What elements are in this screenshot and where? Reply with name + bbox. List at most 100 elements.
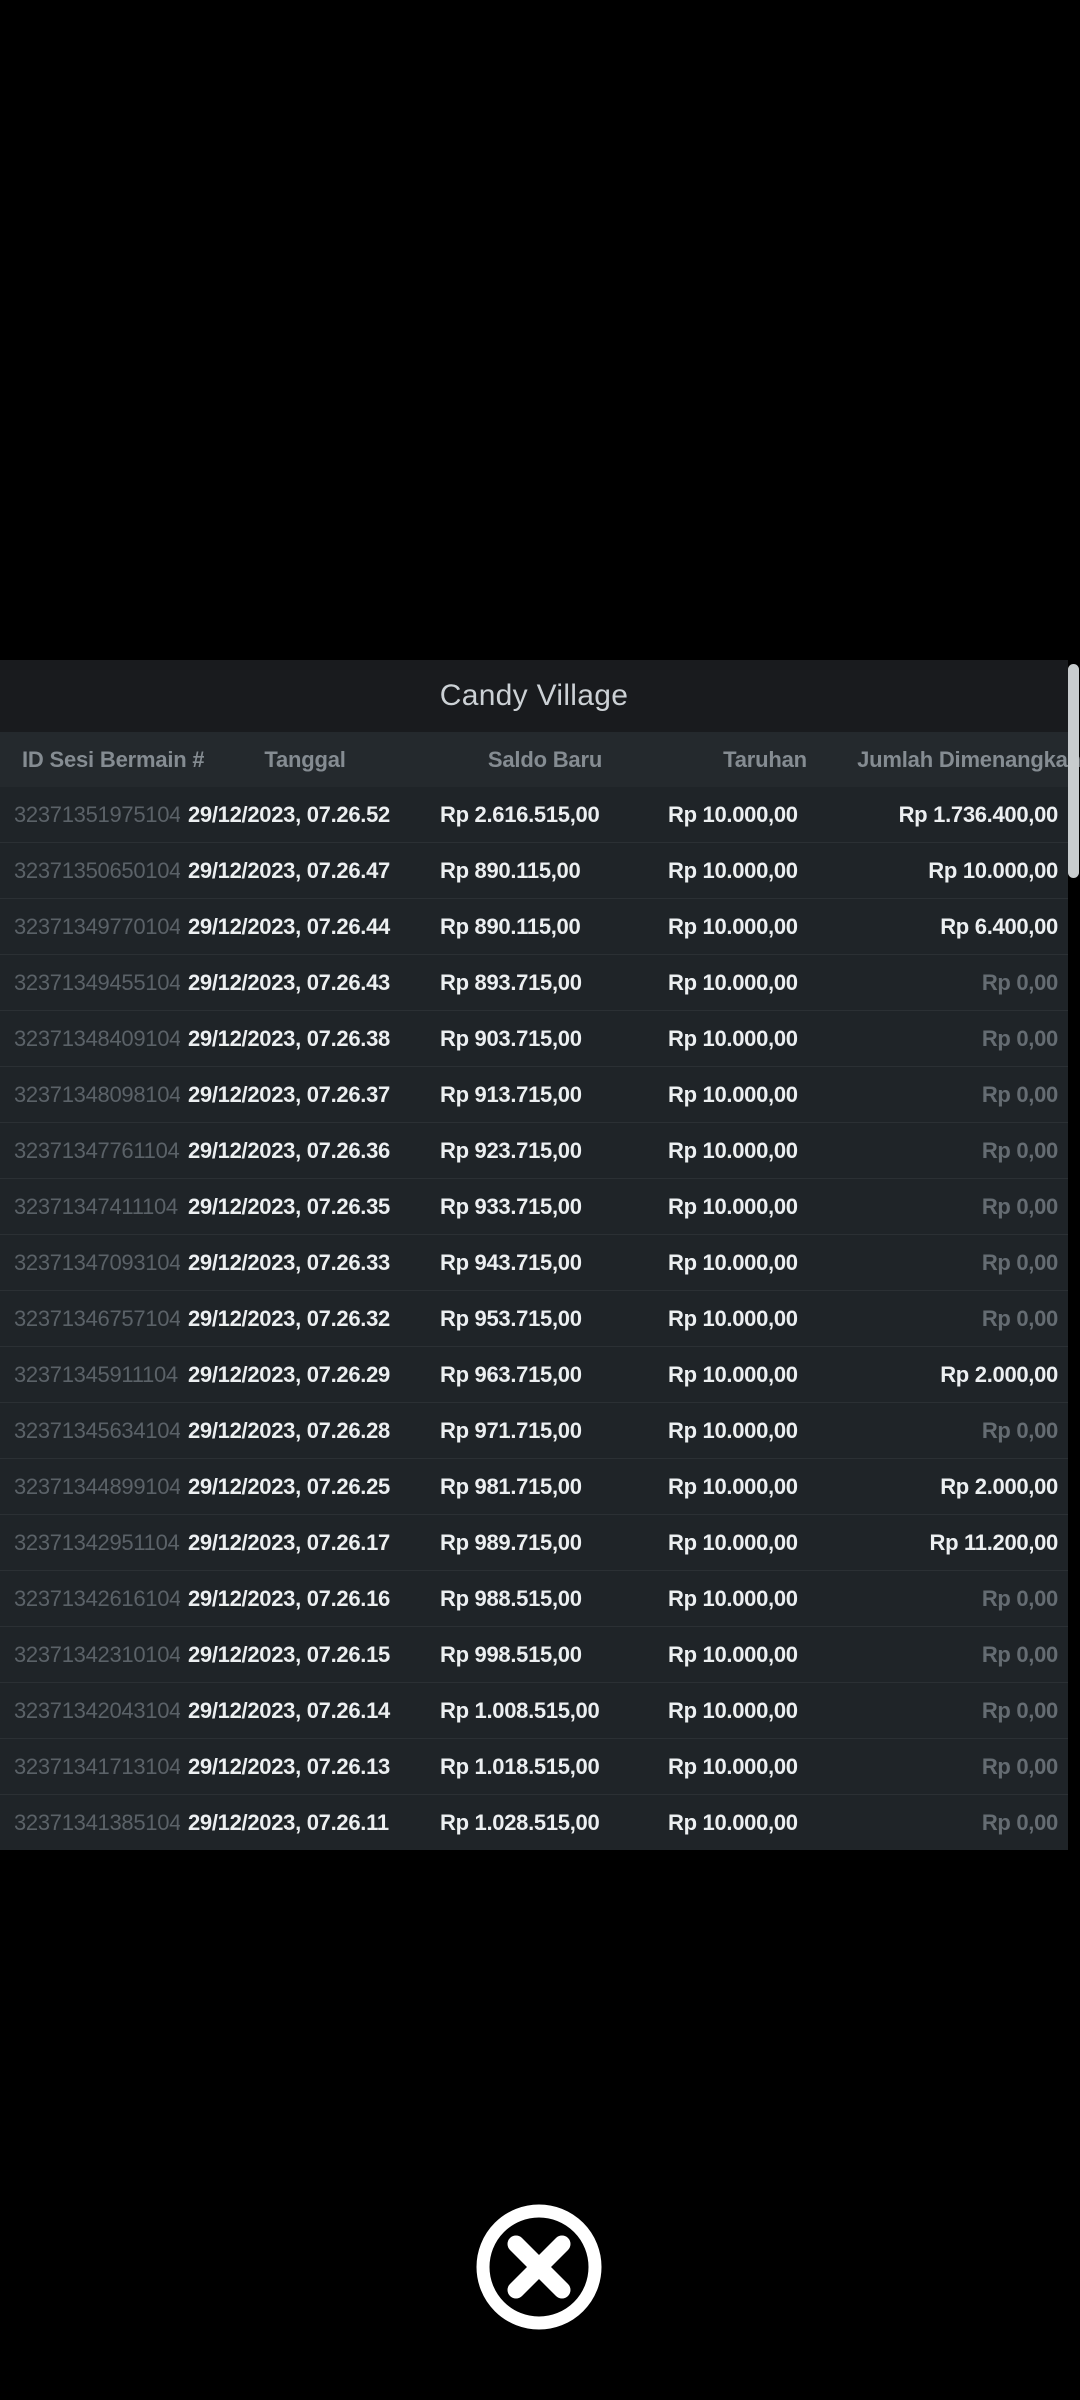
cell-amount-won: Rp 10.000,00 (928, 857, 1058, 883)
cell-date: 29/12/2023, 07.26.11 (188, 1809, 389, 1835)
cell-amount-won: Rp 0,00 (981, 1809, 1058, 1835)
table-row: 32371350650104 29/12/2023, 07.26.47 Rp 8… (0, 842, 1068, 898)
cell-bet: Rp 10.000,00 (668, 1641, 798, 1667)
cell-bet: Rp 10.000,00 (668, 1417, 798, 1443)
cell-bet: Rp 10.000,00 (668, 1697, 798, 1723)
cell-new-balance: Rp 981.715,00 (440, 1473, 582, 1499)
cell-date: 29/12/2023, 07.26.33 (188, 1249, 390, 1275)
cell-session-id: 32371347761104 (14, 1137, 180, 1163)
table-row: 32371342043104 29/12/2023, 07.26.14 Rp 1… (0, 1682, 1068, 1738)
scrollbar-thumb[interactable] (1068, 664, 1079, 878)
cell-date: 29/12/2023, 07.26.13 (188, 1753, 390, 1779)
table-header-row: ID Sesi Bermain # Tanggal Saldo Baru Tar… (0, 732, 1080, 787)
cell-bet: Rp 10.000,00 (668, 1249, 798, 1275)
close-button[interactable] (469, 2197, 609, 2337)
cell-date: 29/12/2023, 07.26.44 (188, 913, 390, 939)
cell-date: 29/12/2023, 07.26.29 (188, 1361, 390, 1387)
column-header-date: Tanggal (264, 746, 346, 772)
table-row: 32371349770104 29/12/2023, 07.26.44 Rp 8… (0, 898, 1068, 954)
cell-date: 29/12/2023, 07.26.32 (188, 1305, 390, 1331)
cell-new-balance: Rp 890.115,00 (440, 857, 581, 883)
cell-session-id: 32371345634104 (14, 1417, 180, 1443)
cell-bet: Rp 10.000,00 (668, 1081, 798, 1107)
cell-new-balance: Rp 943.715,00 (440, 1249, 582, 1275)
cell-session-id: 32371349455104 (14, 969, 180, 995)
cell-date: 29/12/2023, 07.26.15 (188, 1641, 390, 1667)
column-header-amount-won: Jumlah Dimenangkan (857, 746, 1080, 772)
table-row: 32371348098104 29/12/2023, 07.26.37 Rp 9… (0, 1066, 1068, 1122)
modal-title: Candy Village (439, 679, 629, 712)
table-row: 32371342310104 29/12/2023, 07.26.15 Rp 9… (0, 1626, 1068, 1682)
cell-date: 29/12/2023, 07.26.17 (188, 1529, 390, 1555)
cell-amount-won: Rp 0,00 (981, 1305, 1058, 1331)
cell-date: 29/12/2023, 07.26.14 (188, 1697, 390, 1723)
cell-date: 29/12/2023, 07.26.43 (188, 969, 390, 995)
cell-amount-won: Rp 0,00 (981, 1137, 1058, 1163)
cell-date: 29/12/2023, 07.26.47 (188, 857, 390, 883)
table-row: 32371345911104 29/12/2023, 07.26.29 Rp 9… (0, 1346, 1068, 1402)
table-row: 32371341385104 29/12/2023, 07.26.11 Rp 1… (0, 1794, 1068, 1850)
cell-session-id: 32371341713104 (14, 1753, 180, 1779)
cell-session-id: 32371342616104 (14, 1585, 180, 1611)
cell-new-balance: Rp 913.715,00 (440, 1081, 582, 1107)
column-header-session-id: ID Sesi Bermain # (22, 746, 205, 772)
cell-date: 29/12/2023, 07.26.52 (188, 801, 390, 827)
table-row: 32371342951104 29/12/2023, 07.26.17 Rp 9… (0, 1514, 1068, 1570)
cell-new-balance: Rp 963.715,00 (440, 1361, 582, 1387)
cell-date: 29/12/2023, 07.26.35 (188, 1193, 390, 1219)
cell-session-id: 32371347411104 (14, 1193, 178, 1219)
table-row: 32371347761104 29/12/2023, 07.26.36 Rp 9… (0, 1122, 1068, 1178)
cell-bet: Rp 10.000,00 (668, 1529, 798, 1555)
table-row: 32371351975104 29/12/2023, 07.26.52 Rp 2… (0, 787, 1068, 842)
cell-bet: Rp 10.000,00 (668, 1025, 798, 1051)
modal-title-bar: Candy Village (0, 660, 1068, 732)
cell-new-balance: Rp 890.115,00 (440, 913, 581, 939)
phone-screen: Candy Village ID Sesi Bermain # Tanggal … (0, 0, 1080, 2400)
cell-amount-won: Rp 0,00 (981, 1753, 1058, 1779)
cell-amount-won: Rp 11.200,00 (929, 1529, 1059, 1555)
cell-amount-won: Rp 0,00 (981, 1193, 1058, 1219)
close-icon (469, 2197, 609, 2337)
table-row: 32371349455104 29/12/2023, 07.26.43 Rp 8… (0, 954, 1068, 1010)
table-row: 32371344899104 29/12/2023, 07.26.25 Rp 9… (0, 1458, 1068, 1514)
cell-amount-won: Rp 0,00 (981, 1081, 1058, 1107)
cell-new-balance: Rp 933.715,00 (440, 1193, 582, 1219)
cell-session-id: 32371344899104 (14, 1473, 180, 1499)
table-body-scroll-area[interactable]: 32371351975104 29/12/2023, 07.26.52 Rp 2… (0, 787, 1068, 1850)
cell-session-id: 32371351975104 (14, 801, 180, 827)
cell-date: 29/12/2023, 07.26.25 (188, 1473, 390, 1499)
cell-bet: Rp 10.000,00 (668, 1809, 798, 1835)
cell-date: 29/12/2023, 07.26.37 (188, 1081, 390, 1107)
column-header-new-balance: Saldo Baru (487, 746, 603, 772)
cell-bet: Rp 10.000,00 (668, 801, 798, 827)
cell-new-balance: Rp 1.028.515,00 (440, 1809, 600, 1835)
cell-amount-won: Rp 0,00 (981, 1417, 1058, 1443)
cell-new-balance: Rp 2.616.515,00 (440, 801, 600, 827)
cell-amount-won: Rp 0,00 (981, 1641, 1058, 1667)
table-row: 32371345634104 29/12/2023, 07.26.28 Rp 9… (0, 1402, 1068, 1458)
cell-session-id: 32371345911104 (14, 1361, 178, 1387)
cell-bet: Rp 10.000,00 (668, 1361, 798, 1387)
cell-bet: Rp 10.000,00 (668, 1473, 798, 1499)
cell-session-id: 32371347093104 (14, 1249, 180, 1275)
cell-new-balance: Rp 1.008.515,00 (440, 1697, 600, 1723)
cell-date: 29/12/2023, 07.26.16 (188, 1585, 390, 1611)
cell-bet: Rp 10.000,00 (668, 969, 798, 995)
cell-new-balance: Rp 953.715,00 (440, 1305, 582, 1331)
cell-session-id: 32371342310104 (14, 1641, 180, 1667)
cell-bet: Rp 10.000,00 (668, 1585, 798, 1611)
cell-new-balance: Rp 1.018.515,00 (440, 1753, 600, 1779)
cell-bet: Rp 10.000,00 (668, 913, 798, 939)
cell-new-balance: Rp 923.715,00 (440, 1137, 582, 1163)
cell-bet: Rp 10.000,00 (668, 1305, 798, 1331)
cell-amount-won: Rp 2.000,00 (940, 1473, 1058, 1499)
cell-new-balance: Rp 971.715,00 (440, 1417, 582, 1443)
cell-bet: Rp 10.000,00 (668, 1753, 798, 1779)
cell-bet: Rp 10.000,00 (668, 1193, 798, 1219)
cell-amount-won: Rp 2.000,00 (940, 1361, 1058, 1387)
column-header-bet: Taruhan (723, 746, 807, 772)
cell-session-id: 32371349770104 (14, 913, 180, 939)
cell-session-id: 32371341385104 (14, 1809, 180, 1835)
cell-session-id: 32371346757104 (14, 1305, 180, 1331)
cell-amount-won: Rp 0,00 (981, 1585, 1058, 1611)
